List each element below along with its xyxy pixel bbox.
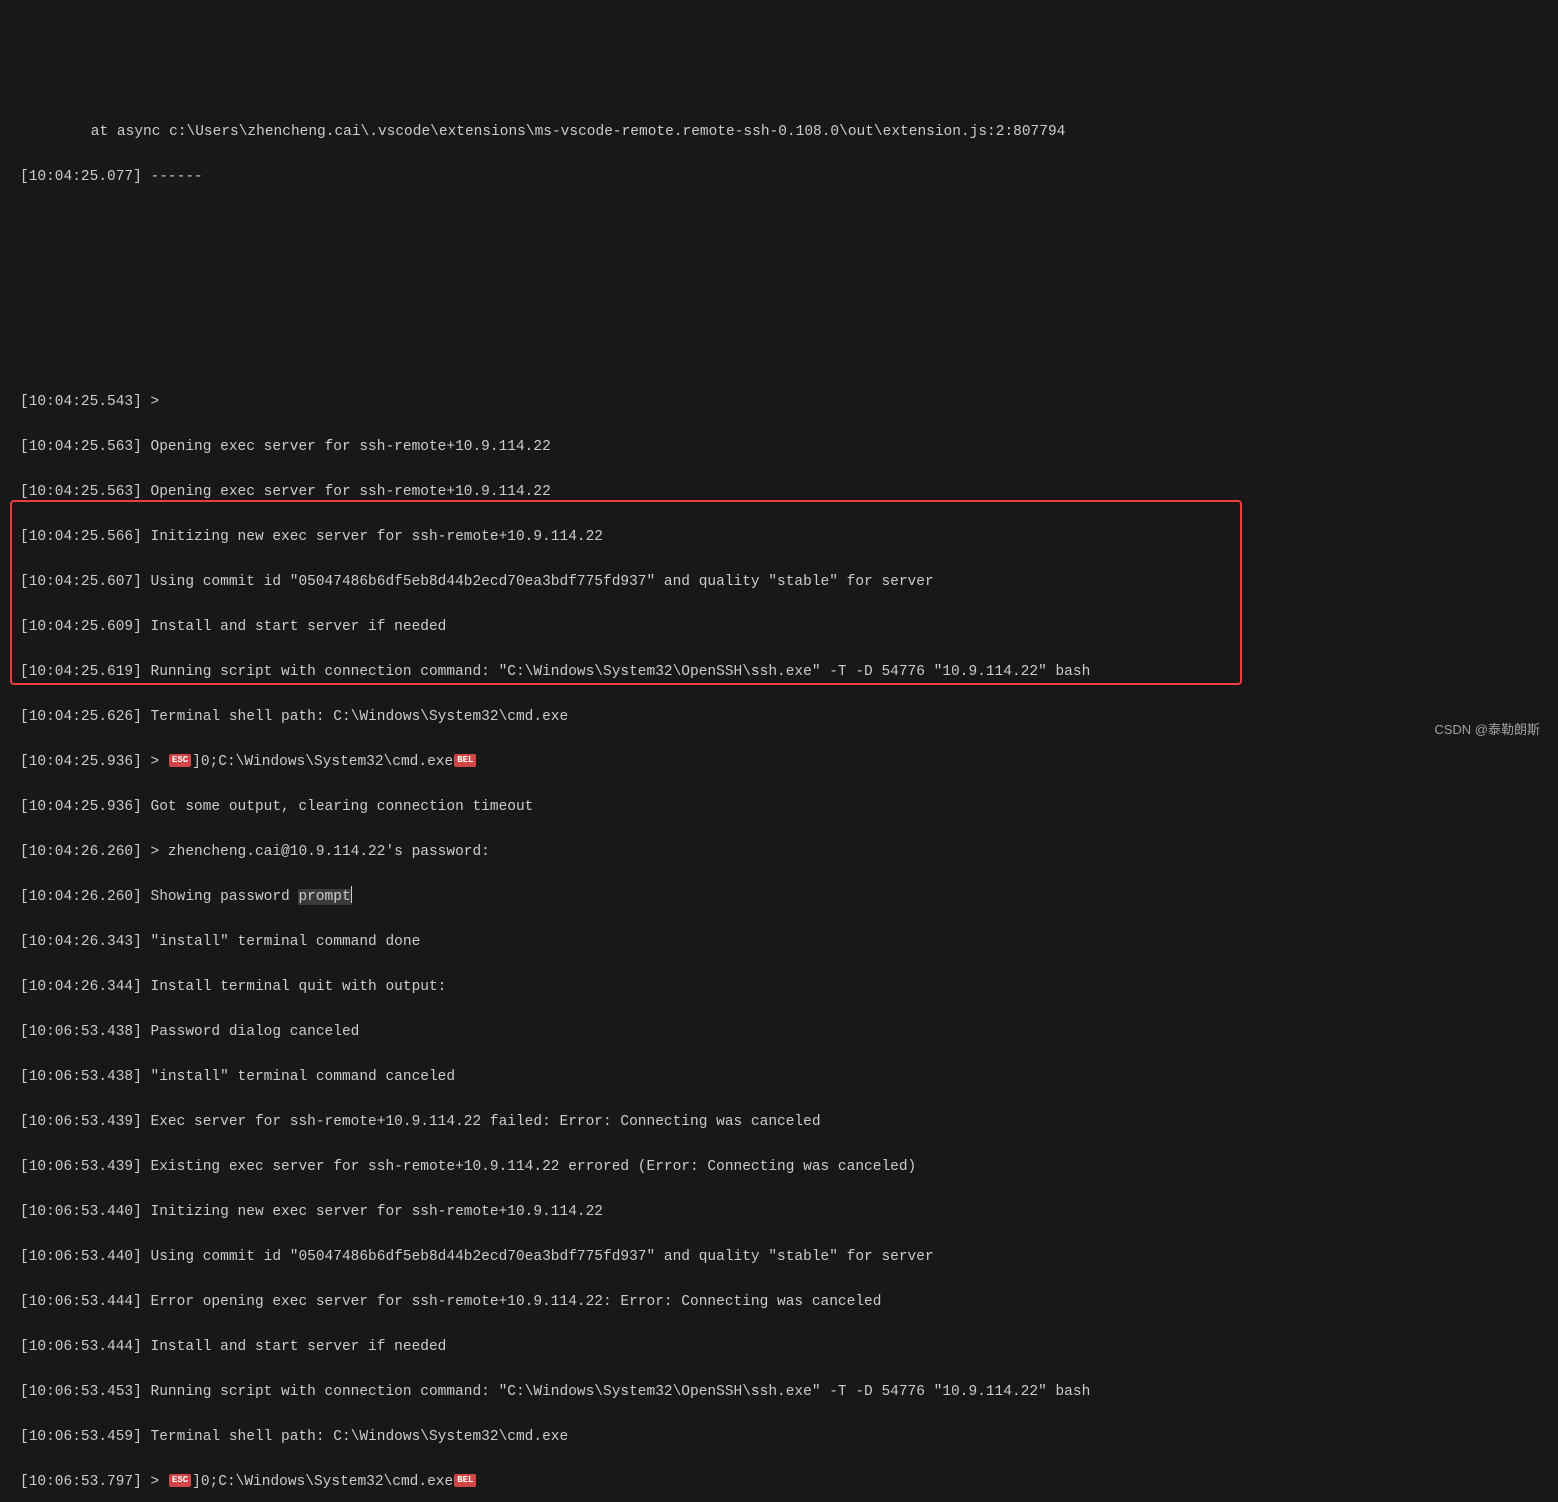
esc-tag: ESC bbox=[169, 1474, 191, 1487]
log-line: [10:06:53.438] Password dialog canceled bbox=[20, 1021, 1538, 1044]
log-line: [10:06:53.438] "install" terminal comman… bbox=[20, 1066, 1538, 1089]
log-text: ]0;C:\Windows\System32\cmd.exe bbox=[192, 754, 453, 770]
log-line: [10:06:53.444] Install and start server … bbox=[20, 1336, 1538, 1359]
log-line: [10:06:53.439] Existing exec server for … bbox=[20, 1156, 1538, 1179]
log-line: [10:06:53.453] Running script with conne… bbox=[20, 1381, 1538, 1404]
log-line: [10:06:53.459] Terminal shell path: C:\W… bbox=[20, 1426, 1538, 1449]
log-line: at async c:\Users\zhencheng.cai\.vscode\… bbox=[20, 121, 1538, 144]
log-text: ]0;C:\Windows\System32\cmd.exe bbox=[192, 1474, 453, 1490]
log-line: [10:04:25.563] Opening exec server for s… bbox=[20, 436, 1538, 459]
log-line: [10:04:25.936] > ESC]0;C:\Windows\System… bbox=[20, 751, 1538, 774]
log-line: [10:04:25.543] > bbox=[20, 391, 1538, 414]
log-line: [10:04:25.077] ------ bbox=[20, 166, 1538, 189]
blank-line bbox=[20, 256, 1538, 279]
log-line: [10:04:26.344] Install terminal quit wit… bbox=[20, 976, 1538, 999]
log-line: [10:06:53.444] Error opening exec server… bbox=[20, 1291, 1538, 1314]
log-line: [10:04:26.260] Showing password prompt bbox=[20, 886, 1538, 909]
log-line: [10:06:53.797] > ESC]0;C:\Windows\System… bbox=[20, 1471, 1538, 1494]
esc-tag: ESC bbox=[169, 754, 191, 767]
log-line: [10:04:25.607] Using commit id "05047486… bbox=[20, 571, 1538, 594]
log-line: [10:04:25.563] Opening exec server for s… bbox=[20, 481, 1538, 504]
bel-tag: BEL bbox=[454, 1474, 476, 1487]
log-line: [10:04:25.609] Install and start server … bbox=[20, 616, 1538, 639]
log-text: [10:04:26.260] Showing password bbox=[20, 889, 298, 905]
blank-line bbox=[20, 211, 1538, 234]
highlighted-text: prompt bbox=[298, 889, 351, 905]
log-line: [10:04:26.260] > zhencheng.cai@10.9.114.… bbox=[20, 841, 1538, 864]
log-line: [10:04:25.566] Initizing new exec server… bbox=[20, 526, 1538, 549]
watermark: CSDN @泰勒朗斯 bbox=[1434, 719, 1540, 742]
log-line: [10:06:53.439] Exec server for ssh-remot… bbox=[20, 1111, 1538, 1134]
log-line: [10:06:53.440] Using commit id "05047486… bbox=[20, 1246, 1538, 1269]
blank-line bbox=[20, 346, 1538, 369]
blank-line bbox=[20, 301, 1538, 324]
log-line: [10:04:25.626] Terminal shell path: C:\W… bbox=[20, 706, 1538, 729]
bel-tag: BEL bbox=[454, 754, 476, 767]
terminal-output[interactable]: at async c:\Users\zhencheng.cai\.vscode\… bbox=[20, 98, 1538, 1502]
log-line: [10:06:53.440] Initizing new exec server… bbox=[20, 1201, 1538, 1224]
log-line: [10:04:25.619] Running script with conne… bbox=[20, 661, 1538, 684]
log-line: [10:04:26.343] "install" terminal comman… bbox=[20, 931, 1538, 954]
log-text: [10:04:25.936] > bbox=[20, 754, 168, 770]
log-text: [10:06:53.797] > bbox=[20, 1474, 168, 1490]
log-line: [10:04:25.936] Got some output, clearing… bbox=[20, 796, 1538, 819]
